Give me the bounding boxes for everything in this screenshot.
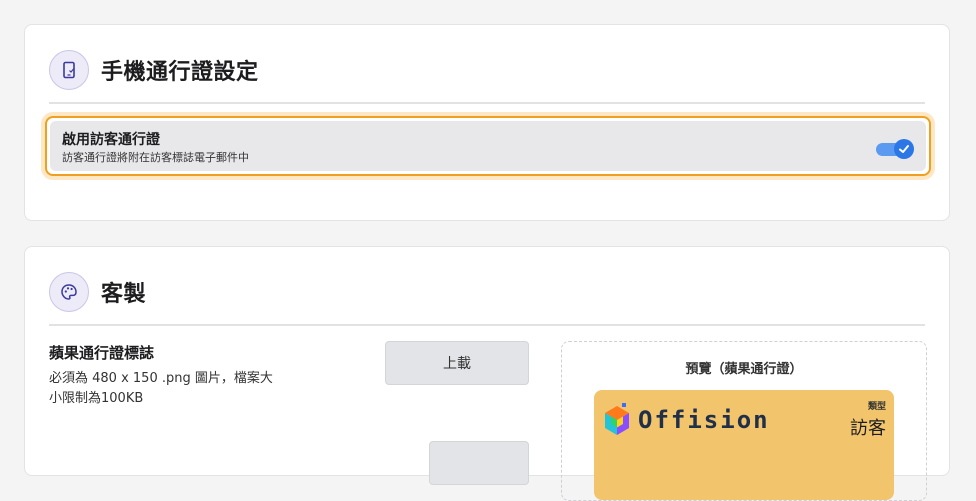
mobile-pass-card: 手機通行證設定 啟用訪客通行證 訪客通行證將附在訪客標誌電子郵件中 — [24, 24, 950, 221]
enable-visitor-pass-row: 啟用訪客通行證 訪客通行證將附在訪客標誌電子郵件中 — [45, 116, 931, 176]
apple-logo-label: 蘋果通行證標誌 — [49, 344, 155, 362]
apple-logo-setting: 蘋果通行證標誌 必須為 480 x 150 .png 圖片，檔案大 小限制為10… — [49, 343, 309, 409]
divider — [49, 102, 925, 104]
enable-visitor-pass-label: 啟用訪客通行證 — [62, 132, 160, 148]
preview-title: 預覽（蘋果通行證） — [685, 362, 803, 377]
pass-type-label: 類型 — [867, 402, 886, 412]
customize-title: 客製 — [101, 282, 147, 307]
apple-pass-card: Offision 類型 訪客 — [594, 390, 894, 500]
divider — [49, 324, 925, 326]
apple-logo-description: 必須為 480 x 150 .png 圖片，檔案大 小限制為100KB — [49, 371, 273, 406]
mobile-pass-icon — [49, 50, 89, 90]
customize-header: 客製 — [49, 271, 146, 313]
enable-visitor-pass-toggle[interactable] — [876, 139, 914, 159]
upload-button[interactable]: 上載 — [385, 341, 529, 385]
mobile-pass-header: 手機通行證設定 — [49, 49, 259, 91]
offision-logo: Offision — [602, 402, 770, 438]
palette-icon — [49, 272, 89, 312]
logo-text: Offision — [638, 406, 770, 434]
checkmark-icon — [894, 139, 914, 159]
pass-type-value: 訪客 — [850, 418, 886, 439]
enable-visitor-pass-description: 訪客通行證將附在訪客標誌電子郵件中 — [62, 151, 249, 164]
upload-button-secondary[interactable] — [429, 441, 529, 485]
apple-pass-preview: 預覽（蘋果通行證） Offision 類型 訪客 — [561, 341, 927, 501]
offision-logo-icon — [605, 403, 629, 435]
mobile-pass-title: 手機通行證設定 — [101, 60, 259, 85]
